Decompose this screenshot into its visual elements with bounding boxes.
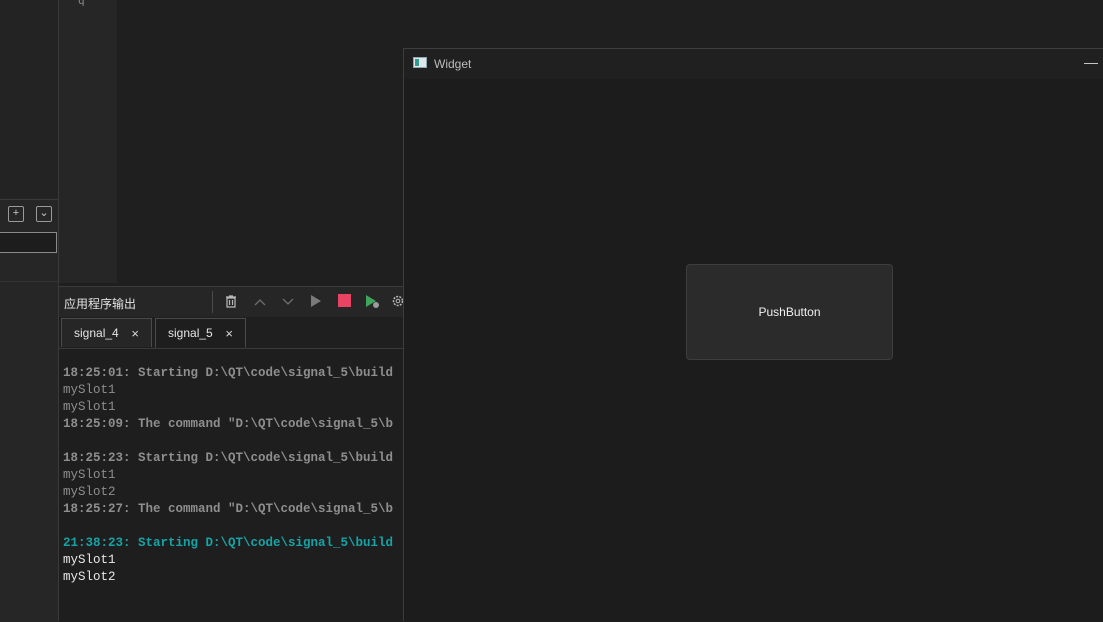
- log-line: 21:38:23: Starting D:\QT\code\signal_5\b…: [63, 536, 394, 550]
- log-line: 18:25:23: Starting D:\QT\code\signal_5\b…: [63, 451, 394, 465]
- app-window-icon: [413, 57, 427, 68]
- chevron-up-icon[interactable]: [252, 294, 268, 310]
- log-line: mySlot2: [63, 570, 116, 584]
- sidebar-lower-pane: [0, 281, 58, 622]
- close-icon[interactable]: ×: [225, 319, 233, 348]
- code-editor[interactable]: [117, 0, 404, 283]
- trash-icon[interactable]: [223, 294, 239, 310]
- sidebar-divider: [0, 199, 58, 200]
- log-line: mySlot2: [63, 485, 116, 499]
- line-number-gutter: [59, 0, 117, 283]
- application-output-log[interactable]: 18:25:01: Starting D:\QT\code\signal_5\b…: [59, 349, 404, 621]
- tab-signal-5[interactable]: signal_5 ×: [155, 318, 246, 348]
- toolbar-separator: [212, 291, 213, 313]
- chevron-down-icon[interactable]: [280, 294, 296, 310]
- collapse-icon[interactable]: ⌄: [36, 206, 52, 222]
- log-line: 18:25:27: The command "D:\QT\code\signal…: [63, 502, 394, 516]
- output-panel-title: 应用程序输出: [64, 297, 137, 311]
- debug-run-icon[interactable]: [364, 294, 380, 310]
- push-button[interactable]: PushButton: [686, 264, 893, 360]
- output-panel-header: 应用程序输出: [59, 286, 404, 318]
- log-line: mySlot1: [63, 553, 116, 567]
- output-tab-bar: signal_4 × signal_5 ×: [59, 317, 404, 349]
- log-line: mySlot1: [63, 468, 116, 482]
- minimize-icon[interactable]: —: [1084, 54, 1098, 70]
- window-titlebar[interactable]: Widget —: [404, 49, 1103, 79]
- sidebar-filter-input[interactable]: [0, 232, 57, 253]
- tab-label: signal_5: [168, 326, 213, 340]
- log-line: mySlot1: [63, 383, 116, 397]
- log-line: mySlot1: [63, 400, 116, 414]
- sidebar-project-tree: [0, 0, 58, 198]
- stop-icon[interactable]: [336, 294, 352, 310]
- close-icon[interactable]: ×: [131, 319, 139, 348]
- tab-signal-4[interactable]: signal_4 ×: [61, 318, 152, 347]
- add-split-icon[interactable]: +: [8, 206, 24, 222]
- window-title: Widget: [434, 57, 472, 71]
- gutter-text: q: [78, 0, 85, 7]
- tab-label: signal_4: [74, 326, 119, 340]
- log-line: 18:25:01: Starting D:\QT\code\signal_5\b…: [63, 366, 394, 380]
- widget-window: Widget — PushButton: [403, 48, 1103, 621]
- log-line: 18:25:09: The command "D:\QT\code\signal…: [63, 417, 394, 431]
- play-icon[interactable]: [308, 294, 324, 310]
